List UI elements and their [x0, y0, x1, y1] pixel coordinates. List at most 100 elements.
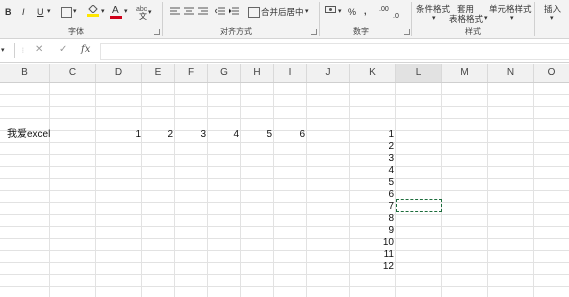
gridline	[0, 202, 569, 203]
insert-function-icon[interactable]: fx	[81, 44, 90, 55]
styles-group-label: 样式	[465, 27, 481, 36]
cell-k[interactable]: 6	[350, 189, 394, 201]
column-header-row: B C D E F G H I J K L M N O	[0, 64, 569, 83]
column-header-n[interactable]: N	[488, 64, 534, 82]
gridline	[0, 190, 569, 191]
separator	[411, 2, 412, 36]
cell-k[interactable]: 10	[350, 237, 394, 249]
column-header-k[interactable]: K	[350, 64, 396, 82]
font-dialog-launcher-icon[interactable]	[154, 29, 160, 35]
increase-decimal-button[interactable]: .00	[379, 4, 389, 16]
gridline	[0, 262, 569, 263]
cell-k[interactable]: 8	[350, 213, 394, 225]
cell-g[interactable]: 4	[208, 129, 239, 141]
column-header-f[interactable]: F	[175, 64, 208, 82]
cell-k[interactable]: 1	[350, 129, 394, 141]
merge-dropdown-icon[interactable]: ▾	[305, 6, 309, 18]
align-center-icon[interactable]	[184, 7, 194, 16]
column-header-l[interactable]: L	[396, 64, 442, 82]
gridline	[0, 106, 569, 107]
align-right-icon[interactable]	[198, 7, 208, 16]
table-format-button-line2[interactable]: 表格格式	[449, 13, 483, 25]
number-dialog-launcher-icon[interactable]	[404, 29, 410, 35]
accounting-dropdown-icon[interactable]: ▾	[338, 6, 342, 18]
gridline	[0, 214, 569, 215]
gridline	[0, 226, 569, 227]
copy-selection-marquee[interactable]	[396, 199, 442, 212]
gridline	[0, 238, 569, 239]
worksheet-grid[interactable]	[0, 83, 569, 297]
cell-k[interactable]: 9	[350, 225, 394, 237]
phonetic-char-icon[interactable]: 文	[139, 11, 147, 23]
gridline	[0, 142, 569, 143]
separator	[162, 2, 163, 36]
underline-dropdown-icon[interactable]: ▾	[47, 6, 51, 18]
font-color-swatch	[110, 16, 122, 19]
decrease-indent-icon[interactable]	[214, 7, 225, 16]
column-header-i[interactable]: I	[274, 64, 307, 82]
alignment-dialog-launcher-icon[interactable]	[311, 29, 317, 35]
gridline	[0, 154, 569, 155]
cell-e[interactable]: 2	[142, 129, 173, 141]
cell-k[interactable]: 12	[350, 261, 394, 273]
cell-styles-dropdown-icon[interactable]: ▾	[510, 13, 514, 25]
cell-k[interactable]: 2	[350, 141, 394, 153]
percent-button[interactable]: %	[348, 6, 356, 18]
column-header-m[interactable]: M	[442, 64, 488, 82]
underline-button[interactable]: U	[37, 6, 44, 18]
cell-k[interactable]: 3	[350, 153, 394, 165]
bold-button[interactable]: B	[5, 6, 12, 18]
fill-color-dropdown-icon[interactable]: ▾	[101, 6, 105, 18]
increase-indent-icon[interactable]	[228, 7, 239, 16]
insert-dropdown-icon[interactable]: ▾	[550, 13, 554, 25]
column-header-c[interactable]: C	[50, 64, 96, 82]
italic-button[interactable]: I	[22, 6, 25, 18]
number-group-label: 数字	[353, 27, 369, 36]
name-box-dropdown-icon[interactable]: ▾	[1, 45, 5, 57]
accounting-format-icon[interactable]	[325, 6, 336, 15]
gridline	[0, 178, 569, 179]
cell-k[interactable]: 5	[350, 177, 394, 189]
separator	[14, 43, 15, 58]
borders-dropdown-icon[interactable]: ▾	[73, 6, 77, 18]
enter-icon[interactable]: ✓	[59, 44, 67, 55]
borders-icon[interactable]	[61, 7, 72, 18]
column-header-g[interactable]: G	[208, 64, 241, 82]
fill-color-icon[interactable]	[88, 4, 98, 14]
cell-k[interactable]: 11	[350, 249, 394, 261]
font-color-dropdown-icon[interactable]: ▾	[124, 6, 128, 18]
cell-d[interactable]: 1	[96, 129, 141, 141]
cell-k[interactable]: 7	[350, 201, 394, 213]
cell-h[interactable]: 5	[241, 129, 272, 141]
gridline	[0, 166, 569, 167]
column-header-d[interactable]: D	[96, 64, 142, 82]
fill-color-swatch	[87, 14, 99, 17]
merge-center-button[interactable]: 合并后居中	[261, 6, 304, 18]
gridline	[0, 94, 569, 95]
formula-input[interactable]	[100, 43, 569, 60]
column-header-e[interactable]: E	[142, 64, 175, 82]
column-header-o[interactable]: O	[534, 64, 569, 82]
table-format-dropdown-icon[interactable]: ▾	[484, 13, 488, 25]
cell-f[interactable]: 3	[175, 129, 206, 141]
gridline	[0, 286, 569, 287]
merge-center-icon[interactable]	[248, 7, 260, 18]
cell-i[interactable]: 6	[274, 129, 305, 141]
column-header-b[interactable]: B	[0, 64, 50, 82]
cancel-icon[interactable]: ✕	[35, 44, 43, 55]
cell-k[interactable]: 4	[350, 165, 394, 177]
gridline	[0, 250, 569, 251]
gridline	[0, 274, 569, 275]
conditional-format-dropdown-icon[interactable]: ▾	[432, 13, 436, 25]
gridline	[0, 118, 569, 119]
comma-button[interactable]: ,	[364, 5, 367, 17]
column-header-j[interactable]: J	[307, 64, 350, 82]
ribbon: B I U ▾ ▾ ▾ A ▾ abc 文 ▾ 字体 合并后居中 ▾ 对齐方式 …	[0, 0, 569, 39]
decrease-decimal-icon[interactable]: .0	[393, 11, 399, 23]
formula-bar: ▾ ⋮ ✕ ✓ fx	[0, 40, 569, 63]
font-group-label: 字体	[68, 27, 84, 36]
cell-b-text[interactable]: 我爱excel	[7, 129, 50, 141]
align-left-icon[interactable]	[170, 7, 180, 16]
phonetic-dropdown-icon[interactable]: ▾	[148, 7, 152, 19]
column-header-h[interactable]: H	[241, 64, 274, 82]
